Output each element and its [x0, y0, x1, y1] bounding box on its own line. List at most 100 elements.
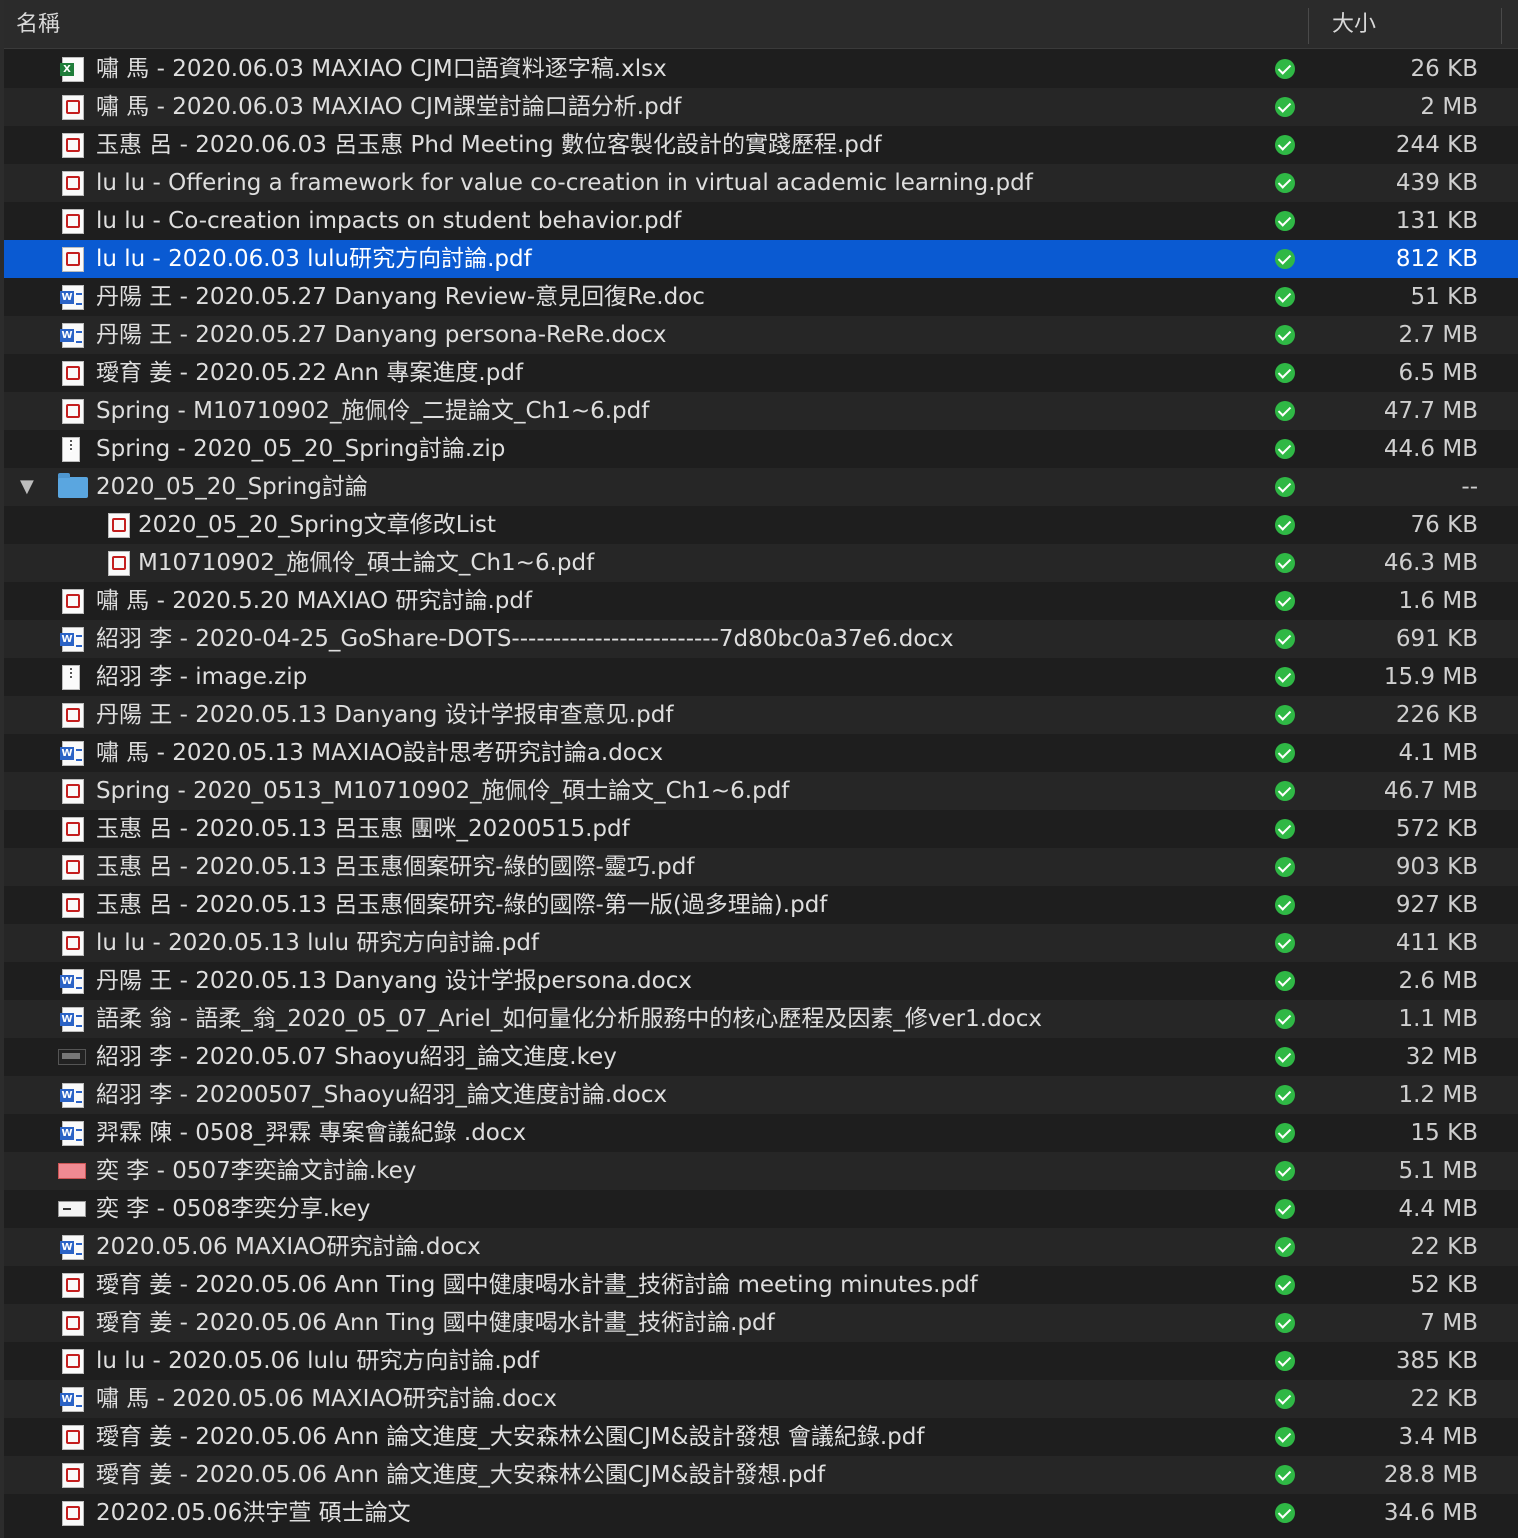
- file-row[interactable]: 璦育 姜 - 2020.05.06 Ann Ting 國中健康喝水計畫_技術討論…: [4, 1304, 1518, 1342]
- xlsx-icon: [60, 57, 84, 82]
- file-size: 26 KB: [1410, 56, 1478, 82]
- file-row[interactable]: 紹羽 李 - 20200507_Shaoyu紹羽_論文進度討論.docx 1.2 …: [4, 1076, 1518, 1114]
- pdf-icon: [62, 779, 84, 804]
- file-row[interactable]: lu lu - Co-creation impacts on student b…: [4, 202, 1518, 240]
- doc-icon: [60, 1083, 84, 1108]
- file-row[interactable]: Spring - M10710902_施佩伶_二提論文_Ch1~6.pdf 47.…: [4, 392, 1518, 430]
- file-row[interactable]: 紹羽 李 - image.zip 15.9 MB: [4, 658, 1518, 696]
- file-row[interactable]: 嘯 馬 - 2020.05.06 MAXIAO研究討論.docx 22 KB: [4, 1380, 1518, 1418]
- file-size: 385 KB: [1395, 1348, 1478, 1374]
- file-row[interactable]: 紹羽 李 - 2020.05.07 Shaoyu紹羽_論文進度.key 32 MB: [4, 1038, 1518, 1076]
- sync-status-check-icon: [1275, 515, 1295, 535]
- file-size: 4.1 MB: [1398, 740, 1478, 766]
- file-row[interactable]: 嘯 馬 - 2020.5.20 MAXIAO 研究討論.pdf 1.6 MB: [4, 582, 1518, 620]
- size-column-header[interactable]: 大小: [1332, 0, 1376, 48]
- file-row[interactable]: 語柔 翁 - 語柔_翁_2020_05_07_Ariel_如何量化分析服務中的核…: [4, 1000, 1518, 1038]
- sync-status-check-icon: [1275, 1351, 1295, 1371]
- doc-icon: [60, 1121, 84, 1146]
- finder-list-window: 名稱 大小 嘯 馬 - 2020.06.03 MAXIAO CJM口語資料逐字稿…: [0, 0, 1518, 1538]
- disclosure-triangle-icon[interactable]: ▼: [20, 468, 34, 506]
- file-size: 812 KB: [1395, 246, 1478, 272]
- sync-status-check-icon: [1275, 477, 1295, 497]
- file-size: 572 KB: [1395, 816, 1478, 842]
- file-row[interactable]: 嘯 馬 - 2020.06.03 MAXIAO CJM口語資料逐字稿.xlsx 2…: [4, 50, 1518, 88]
- file-size: 15 KB: [1410, 1120, 1478, 1146]
- file-row[interactable]: 20202.05.06洪宇萱 碩士論文 34.6 MB: [4, 1494, 1518, 1532]
- file-name: lu lu - 2020.05.13 lulu 研究方向討論.pdf: [96, 930, 540, 956]
- file-row[interactable]: 奕 李 - 0508李奕分享.key 4.4 MB: [4, 1190, 1518, 1228]
- file-name: 玉惠 呂 - 2020.05.13 呂玉惠個案研究-綠的國際-第一版(過多理論)…: [96, 892, 828, 918]
- file-size: 411 KB: [1395, 930, 1478, 956]
- doc-icon: [60, 285, 84, 310]
- file-name: 紹羽 李 - 20200507_Shaoyu紹羽_論文進度討論.docx: [96, 1082, 668, 1108]
- file-row[interactable]: 玉惠 呂 - 2020.05.13 呂玉惠個案研究-綠的國際-第一版(過多理論)…: [4, 886, 1518, 924]
- sync-status-check-icon: [1275, 401, 1295, 421]
- sync-status-check-icon: [1275, 59, 1295, 79]
- doc-icon: [60, 741, 84, 766]
- sync-status-check-icon: [1275, 895, 1295, 915]
- file-name: 玉惠 呂 - 2020.05.13 呂玉惠 團咪_20200515.pdf: [96, 816, 630, 842]
- pdf-icon: [62, 247, 84, 272]
- sync-status-check-icon: [1275, 325, 1295, 345]
- keynote-white-icon: [58, 1201, 86, 1217]
- file-row[interactable]: 玉惠 呂 - 2020.05.13 呂玉惠個案研究-綠的國際-靈巧.pdf 903…: [4, 848, 1518, 886]
- file-size: 46.3 MB: [1383, 550, 1478, 576]
- doc-icon: [60, 323, 84, 348]
- file-row[interactable]: 紹羽 李 - 2020-04-25_GoShare-DOTS----------…: [4, 620, 1518, 658]
- file-row[interactable]: 璦育 姜 - 2020.05.06 Ann 論文進度_大安森林公園CJM&設計發…: [4, 1418, 1518, 1456]
- file-row[interactable]: 璦育 姜 - 2020.05.06 Ann Ting 國中健康喝水計畫_技術討論…: [4, 1266, 1518, 1304]
- file-name: 丹陽 王 - 2020.05.13 Danyang 设计学报persona.do…: [96, 968, 692, 994]
- file-row[interactable]: Spring - 2020_0513_M10710902_施佩伶_碩士論文_Ch…: [4, 772, 1518, 810]
- file-name: Spring - 2020_05_20_Spring討論.zip: [96, 436, 506, 462]
- file-row[interactable]: Spring - 2020_05_20_Spring討論.zip 44.6 MB: [4, 430, 1518, 468]
- file-row[interactable]: 璦育 姜 - 2020.05.22 Ann 專案進度.pdf 6.5 MB: [4, 354, 1518, 392]
- column-divider[interactable]: [1308, 8, 1309, 44]
- file-row[interactable]: 丹陽 王 - 2020.05.13 Danyang 设计学报审查意见.pdf 22…: [4, 696, 1518, 734]
- file-size: 439 KB: [1395, 170, 1478, 196]
- file-row[interactable]: 羿霖 陳 - 0508_羿霖 專案會議紀錄 .docx 15 KB: [4, 1114, 1518, 1152]
- file-name: 羿霖 陳 - 0508_羿霖 專案會議紀錄 .docx: [96, 1120, 527, 1146]
- file-row[interactable]: lu lu - Offering a framework for value c…: [4, 164, 1518, 202]
- name-column-header[interactable]: 名稱: [16, 0, 60, 48]
- file-row[interactable]: 玉惠 呂 - 2020.06.03 呂玉惠 Phd Meeting 數位客製化設…: [4, 126, 1518, 164]
- file-row[interactable]: lu lu - 2020.05.13 lulu 研究方向討論.pdf 411 KB: [4, 924, 1518, 962]
- sync-status-check-icon: [1275, 629, 1295, 649]
- file-size: 15.9 MB: [1383, 664, 1478, 690]
- file-name: 丹陽 王 - 2020.05.13 Danyang 设计学报审查意见.pdf: [96, 702, 674, 728]
- sync-status-check-icon: [1275, 743, 1295, 763]
- file-row[interactable]: 丹陽 王 - 2020.05.27 Danyang persona-ReRe.d…: [4, 316, 1518, 354]
- file-name: 20202.05.06洪宇萱 碩士論文: [96, 1500, 411, 1526]
- file-row[interactable]: M10710902_施佩伶_碩士論文_Ch1~6.pdf 46.3 MB: [4, 544, 1518, 582]
- file-size: 44.6 MB: [1383, 436, 1478, 462]
- pdf-icon: [62, 95, 84, 120]
- file-name: 2020_05_20_Spring討論: [96, 474, 368, 500]
- file-row[interactable]: 嘯 馬 - 2020.05.13 MAXIAO設計思考研究討論a.docx 4.1…: [4, 734, 1518, 772]
- sync-status-check-icon: [1275, 1199, 1295, 1219]
- file-size: 927 KB: [1395, 892, 1478, 918]
- file-row[interactable]: 丹陽 王 - 2020.05.13 Danyang 设计学报persona.do…: [4, 962, 1518, 1000]
- sync-status-check-icon: [1275, 1085, 1295, 1105]
- file-name: 紹羽 李 - image.zip: [96, 664, 308, 690]
- pdf-icon: [62, 931, 84, 956]
- column-divider[interactable]: [1501, 8, 1502, 44]
- file-row[interactable]: 玉惠 呂 - 2020.05.13 呂玉惠 團咪_20200515.pdf 572…: [4, 810, 1518, 848]
- file-row[interactable]: 丹陽 王 - 2020.05.27 Danyang Review-意見回復Re.…: [4, 278, 1518, 316]
- sync-status-check-icon: [1275, 1313, 1295, 1333]
- folder-row[interactable]: ▼ 2020_05_20_Spring討論 --: [4, 468, 1518, 506]
- sync-status-check-icon: [1275, 667, 1295, 687]
- file-size: 1.6 MB: [1398, 588, 1478, 614]
- file-name: 嘯 馬 - 2020.5.20 MAXIAO 研究討論.pdf: [96, 588, 533, 614]
- pdf-icon: [62, 1425, 84, 1450]
- file-name: 玉惠 呂 - 2020.06.03 呂玉惠 Phd Meeting 數位客製化設…: [96, 132, 882, 158]
- file-row[interactable]: 2020_05_20_Spring文章修改List 76 KB: [4, 506, 1518, 544]
- file-row[interactable]: 奕 李 - 0507李奕論文討論.key 5.1 MB: [4, 1152, 1518, 1190]
- file-row[interactable]: lu lu - 2020.06.03 lulu研究方向討論.pdf 812 KB: [4, 240, 1518, 278]
- file-row[interactable]: 嘯 馬 - 2020.06.03 MAXIAO CJM課堂討論口語分析.pdf 2…: [4, 88, 1518, 126]
- file-name: 璦育 姜 - 2020.05.06 Ann Ting 國中健康喝水計畫_技術討論…: [96, 1310, 775, 1336]
- file-size: 4.4 MB: [1398, 1196, 1478, 1222]
- file-row[interactable]: lu lu - 2020.05.06 lulu 研究方向討論.pdf 385 KB: [4, 1342, 1518, 1380]
- file-size: 1.1 MB: [1398, 1006, 1478, 1032]
- file-row[interactable]: 璦育 姜 - 2020.05.06 Ann 論文進度_大安森林公園CJM&設計發…: [4, 1456, 1518, 1494]
- file-name: Spring - M10710902_施佩伶_二提論文_Ch1~6.pdf: [96, 398, 650, 424]
- file-row[interactable]: 2020.05.06 MAXIAO研究討論.docx 22 KB: [4, 1228, 1518, 1266]
